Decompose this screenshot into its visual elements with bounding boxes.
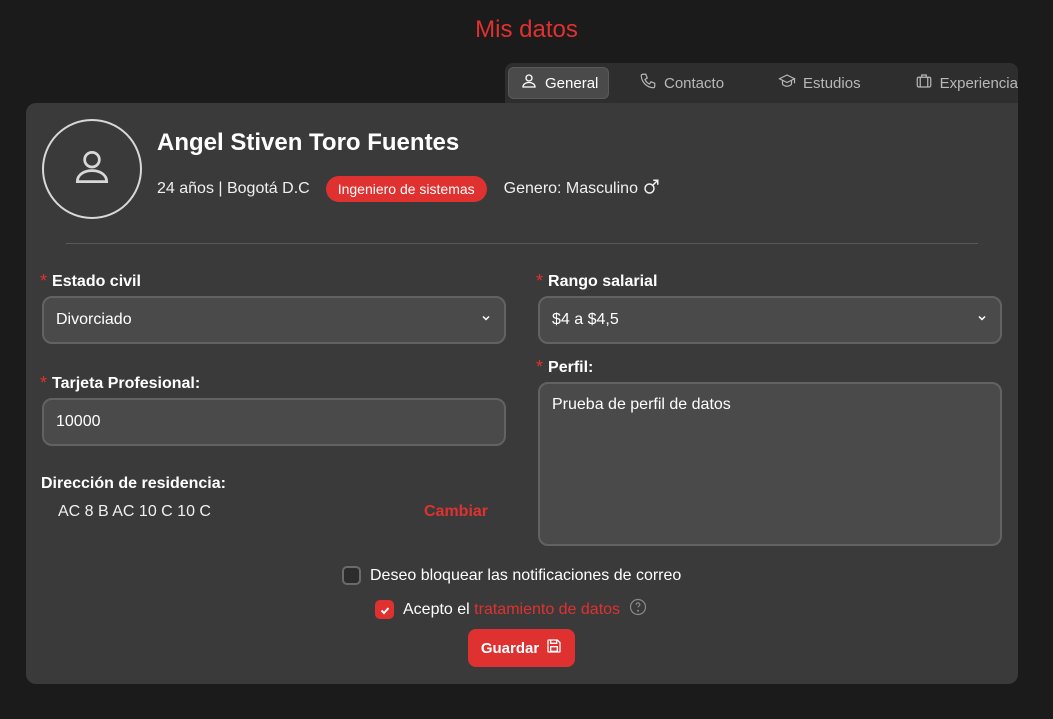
- age-location: 24 años | Bogotá D.C: [157, 180, 310, 197]
- user-icon: [520, 72, 538, 94]
- gender: Genero: Masculino: [504, 178, 660, 201]
- tarjeta-input[interactable]: 10000: [42, 398, 506, 446]
- cambiar-link[interactable]: Cambiar: [424, 503, 488, 521]
- avatar: [42, 119, 142, 219]
- required-mark: *: [536, 271, 544, 291]
- block-notifications-row: Deseo bloquear las notificaciones de cor…: [342, 566, 681, 585]
- tab-experiencia[interactable]: Experiencia: [903, 67, 1030, 99]
- perfil-label: * Perfil:: [536, 357, 594, 377]
- briefcase-icon: [915, 72, 933, 94]
- rango-salarial-select[interactable]: $4 a $4,5: [538, 296, 1002, 344]
- tarjeta-label: * Tarjeta Profesional:: [40, 373, 201, 393]
- required-mark: *: [40, 271, 48, 291]
- floppy-disk-icon: [546, 638, 562, 658]
- profession-badge: Ingeniero de sistemas: [325, 176, 487, 202]
- gender-label: Genero: Masculino: [503, 180, 638, 197]
- direccion-value: AC 8 B AC 10 C 10 C: [58, 503, 211, 520]
- tab-contacto[interactable]: Contacto: [627, 67, 736, 99]
- accept-terms-row: Acepto el tratamiento de datos: [375, 598, 647, 621]
- accept-terms-checkbox[interactable]: [375, 600, 394, 619]
- tratamiento-datos-link[interactable]: tratamiento de datos: [474, 601, 620, 618]
- tab-label: Estudios: [803, 74, 861, 92]
- required-mark: *: [536, 357, 544, 377]
- perfil-textarea[interactable]: Prueba de perfil de datos: [538, 382, 1002, 546]
- tab-general[interactable]: General: [508, 67, 609, 99]
- accept-terms-label: Acepto el tratamiento de datos: [403, 600, 621, 618]
- graduation-cap-icon: [778, 72, 796, 94]
- block-notifications-checkbox[interactable]: [342, 566, 361, 585]
- rango-salarial-label: * Rango salarial: [536, 271, 658, 291]
- user-icon: [70, 145, 114, 194]
- divider: [66, 243, 978, 244]
- help-icon[interactable]: [629, 598, 647, 621]
- tab-label: General: [545, 74, 599, 92]
- save-button[interactable]: Guardar: [468, 629, 575, 667]
- page-title: Mis datos: [475, 16, 578, 43]
- estado-civil-select[interactable]: Divorciado: [42, 296, 506, 344]
- profile-name: Angel Stiven Toro Fuentes: [157, 129, 460, 156]
- chevron-down-icon: [480, 311, 492, 329]
- male-icon: [642, 178, 660, 201]
- tab-estudios[interactable]: Estudios: [766, 67, 873, 99]
- check-icon: [380, 606, 389, 614]
- tab-label: Contacto: [664, 74, 725, 92]
- direccion-label: Dirección de residencia:: [41, 475, 226, 492]
- required-mark: *: [40, 373, 48, 393]
- tab-bar: General Contacto Estudios Experiencia: [505, 63, 1018, 103]
- chevron-down-icon: [976, 311, 988, 329]
- tab-label: Experiencia: [939, 74, 1018, 92]
- profile-card: Angel Stiven Toro Fuentes 24 años | Bogo…: [26, 103, 1018, 684]
- phone-icon: [639, 72, 657, 94]
- profile-meta: 24 años | Bogotá D.C Ingeniero de sistem…: [157, 176, 660, 202]
- estado-civil-label: * Estado civil: [40, 271, 141, 291]
